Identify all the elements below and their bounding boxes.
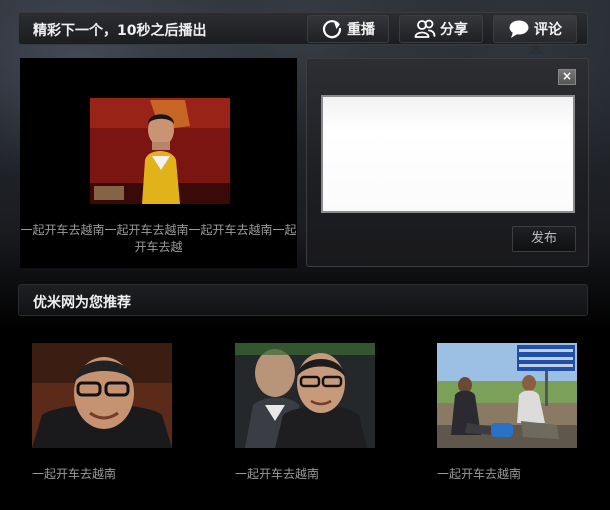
recommend-item[interactable]: 一起开车去越南	[437, 343, 597, 482]
share-icon	[414, 19, 436, 39]
recommend-caption: 一起开车去越南	[235, 467, 320, 481]
comment-button[interactable]: 评论	[493, 15, 577, 43]
recommend-caption: 一起开车去越南	[32, 467, 117, 481]
recommend-item[interactable]: 一起开车去越南	[32, 343, 192, 482]
share-label: 分享	[440, 22, 468, 38]
next-video-panel[interactable]: 一起开车去越南一起开车去越南一起开车去越南一起开车去越	[20, 58, 297, 268]
publish-button[interactable]: 发布	[512, 226, 576, 252]
speech-bubble-icon	[508, 19, 530, 39]
replay-button[interactable]: 重播	[307, 15, 389, 43]
replay-icon	[321, 18, 343, 40]
comment-popup-caret	[529, 45, 543, 54]
next-video-thumbnail[interactable]	[90, 98, 230, 204]
countdown-title: 精彩下一个，10秒之后播出	[33, 23, 207, 39]
share-button[interactable]: 分享	[399, 15, 483, 43]
close-button[interactable]: ×	[558, 69, 576, 85]
recommend-thumbnail[interactable]	[32, 343, 172, 448]
comment-textarea[interactable]	[321, 95, 575, 213]
recommend-caption: 一起开车去越南	[437, 467, 522, 481]
recommend-thumbnail[interactable]	[235, 343, 375, 448]
recommend-item[interactable]: 一起开车去越南	[235, 343, 395, 482]
comment-panel: × 发布	[306, 58, 589, 267]
replay-label: 重播	[347, 22, 375, 38]
next-video-caption: 一起开车去越南一起开车去越南一起开车去越南一起开车去越	[20, 223, 297, 254]
recommend-title: 优米网为您推荐	[33, 295, 131, 311]
recommend-bar: 优米网为您推荐	[18, 284, 588, 316]
header-bar: 精彩下一个，10秒之后播出 重播 分享 评论	[18, 12, 588, 45]
comment-label: 评论	[534, 22, 562, 38]
recommend-thumbnail[interactable]	[437, 343, 577, 448]
